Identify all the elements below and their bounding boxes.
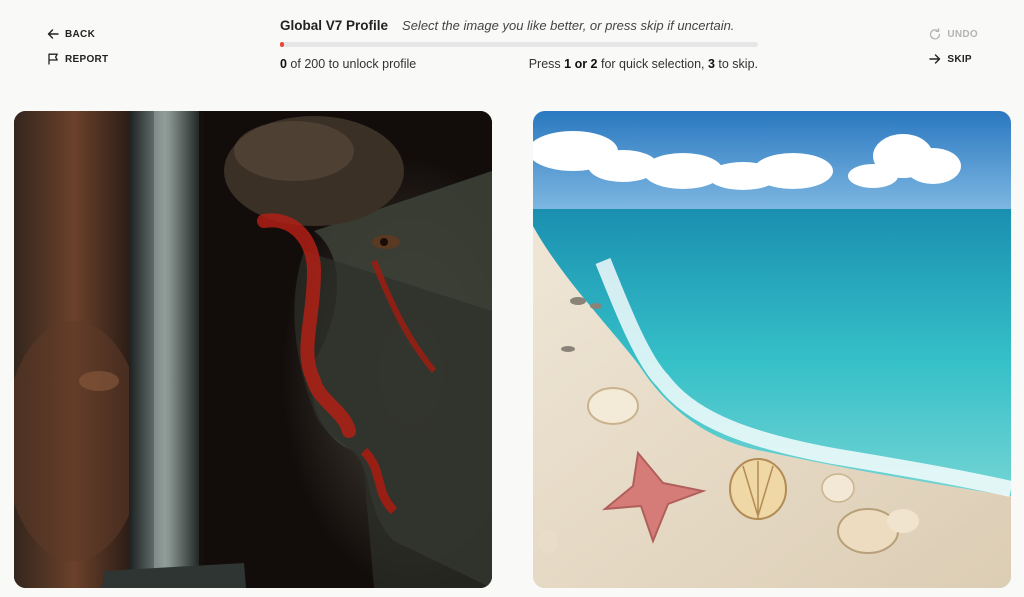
hint-suffix: to skip. bbox=[714, 57, 758, 71]
progress-fill bbox=[280, 42, 284, 47]
hint-middle: for quick selection, bbox=[597, 57, 708, 71]
flag-icon bbox=[48, 53, 58, 65]
report-button[interactable]: REPORT bbox=[47, 52, 108, 66]
progress-count-suffix: of 200 to unlock profile bbox=[286, 57, 417, 71]
skip-label: SKIP bbox=[947, 53, 972, 65]
skip-button[interactable]: SKIP bbox=[929, 52, 978, 66]
nav-left: BACK REPORT bbox=[47, 27, 108, 77]
hint-skip-key: 3 bbox=[707, 57, 715, 71]
undo-icon bbox=[930, 28, 941, 40]
report-label: REPORT bbox=[65, 53, 109, 65]
nav-right: UNDO SKIP bbox=[929, 27, 978, 77]
hint-select-keys: 1 or 2 bbox=[564, 57, 598, 71]
info-row: 0 of 200 to unlock profile Press 1 or 2 … bbox=[280, 57, 758, 71]
header: Global V7 Profile Select the image you l… bbox=[280, 18, 758, 71]
arrow-left-icon bbox=[47, 29, 59, 39]
warrior-portrait-image bbox=[14, 111, 492, 588]
progress-counter: 0 of 200 to unlock profile bbox=[280, 57, 416, 71]
undo-button[interactable]: UNDO bbox=[929, 27, 978, 41]
keyboard-hint: Press 1 or 2 for quick selection, 3 to s… bbox=[529, 57, 758, 71]
back-button[interactable]: BACK bbox=[47, 27, 108, 41]
back-label: BACK bbox=[65, 28, 96, 40]
image-option-2[interactable] bbox=[533, 111, 1011, 588]
image-option-1[interactable] bbox=[14, 111, 492, 588]
instruction-text: Select the image you like better, or pre… bbox=[402, 18, 735, 33]
page-title: Global V7 Profile bbox=[280, 18, 389, 33]
arrow-right-icon bbox=[929, 54, 941, 64]
undo-label: UNDO bbox=[947, 28, 978, 40]
title-row: Global V7 Profile Select the image you l… bbox=[280, 18, 758, 33]
progress-bar bbox=[280, 42, 758, 47]
progress-count: 0 bbox=[280, 57, 287, 71]
beach-image bbox=[533, 111, 1011, 588]
hint-prefix: Press bbox=[528, 57, 565, 71]
